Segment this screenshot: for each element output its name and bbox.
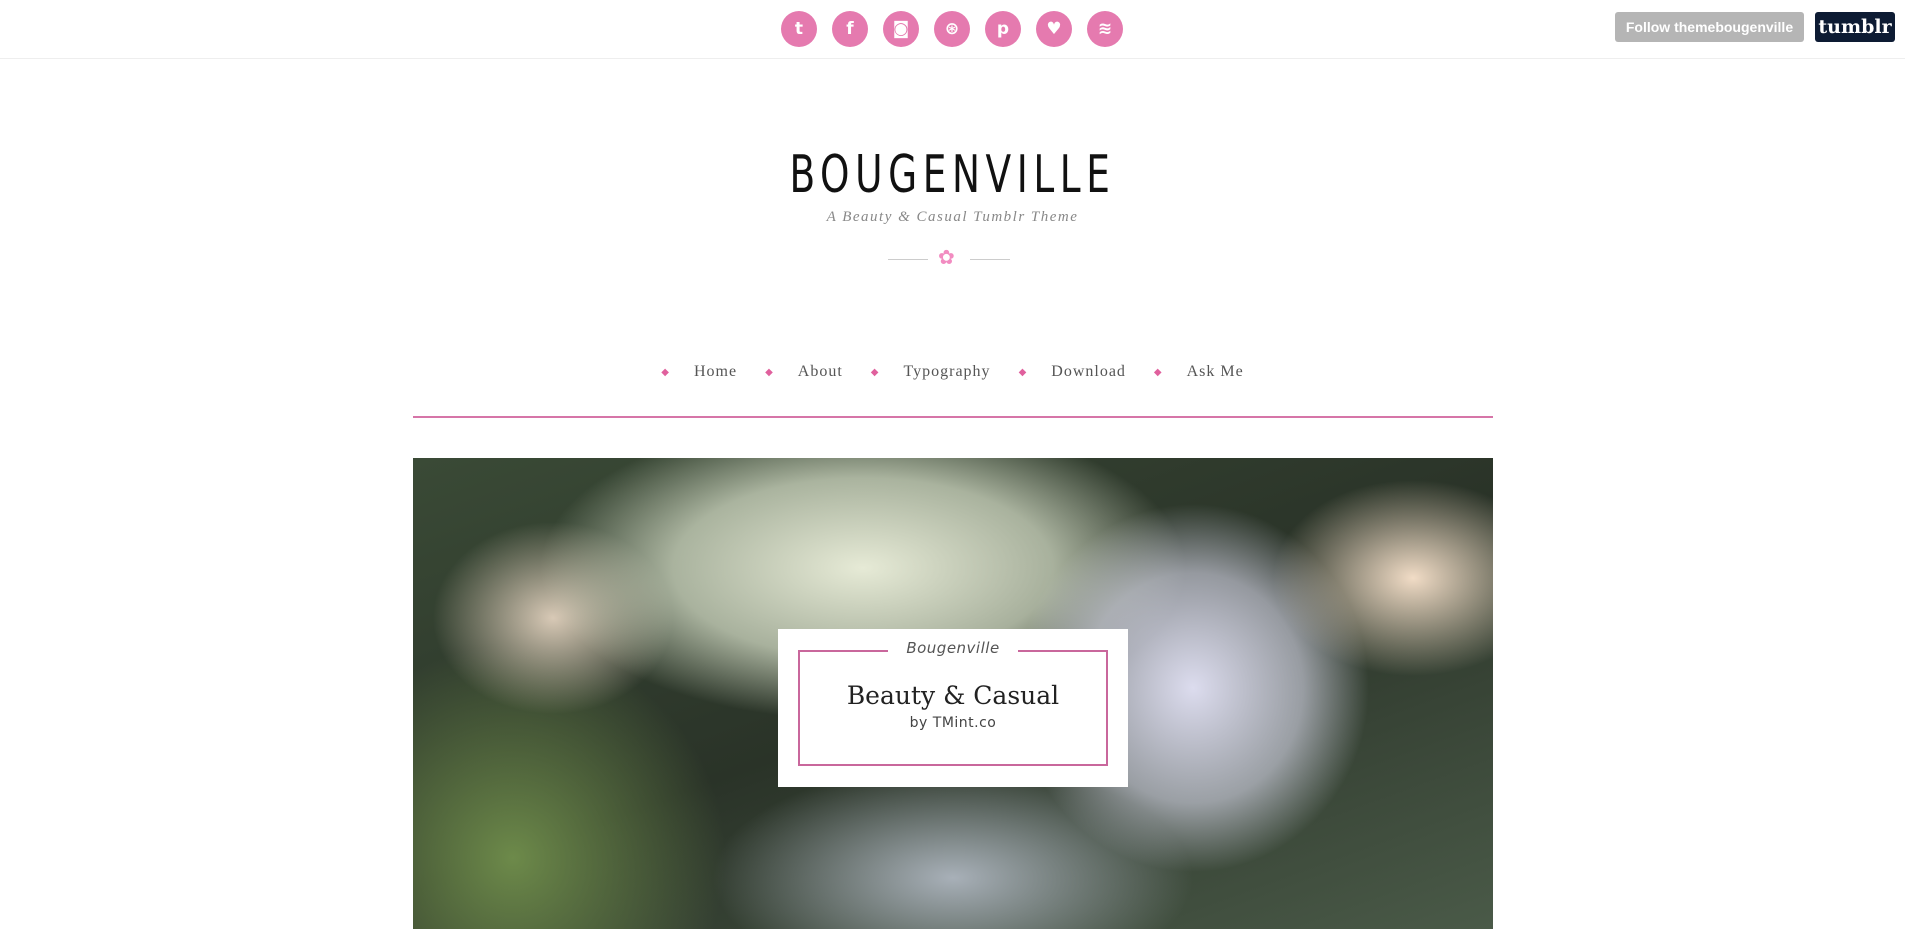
- dribbble-icon[interactable]: ⊛: [934, 11, 970, 47]
- facebook-icon[interactable]: f: [832, 11, 868, 47]
- nav-label: Typography: [903, 363, 991, 380]
- bullet-icon: ◆: [661, 366, 670, 378]
- card-byline: by TMint.co: [909, 715, 997, 731]
- hero-image: Bougenville Beauty & Casual by TMint.co: [413, 458, 1493, 929]
- bullet-icon: ◆: [870, 366, 880, 378]
- social-links: t f ◙ ⊛ p ♥ ≋: [781, 11, 1123, 47]
- nav-home[interactable]: ◆ Home: [661, 363, 737, 381]
- nav-label: About: [797, 363, 843, 380]
- divider-line: [970, 259, 1010, 260]
- flower-icon: ✿: [938, 247, 955, 269]
- divider-line: [888, 259, 928, 260]
- header-divider: ✿: [888, 248, 1010, 268]
- site-title[interactable]: BOUGENVILLE: [191, 145, 1715, 205]
- site-tagline: A Beauty & Casual Tumblr Theme: [826, 209, 1079, 225]
- kicker-text: Bougenville: [888, 639, 1018, 657]
- nav-download[interactable]: ◆ Download: [1019, 363, 1126, 381]
- main-nav: ◆ Home ◆ About ◆ Typography ◆ Download ◆ Ask …: [0, 363, 1905, 381]
- card-headline: Beauty & Casual: [846, 681, 1060, 710]
- pinterest-icon[interactable]: p: [985, 11, 1021, 47]
- nav-divider: [413, 416, 1493, 418]
- bullet-icon: ◆: [1153, 366, 1163, 378]
- hero-card: Bougenville Beauty & Casual by TMint.co: [778, 629, 1128, 787]
- heart-icon[interactable]: ♥: [1036, 11, 1072, 47]
- nav-ask-me[interactable]: ◆ Ask Me: [1154, 363, 1244, 381]
- twitter-icon[interactable]: t: [781, 11, 817, 47]
- follow-button[interactable]: Follow themebougenville: [1615, 12, 1804, 42]
- tumblr-logo-button[interactable]: tumblr: [1815, 12, 1895, 42]
- nav-label: Ask Me: [1186, 363, 1244, 380]
- bullet-icon: ◆: [1018, 366, 1028, 378]
- rss-icon[interactable]: ≋: [1087, 11, 1123, 47]
- card-kicker: Bougenville: [778, 639, 1128, 657]
- instagram-icon[interactable]: ◙: [883, 11, 919, 47]
- nav-about[interactable]: ◆ About: [765, 363, 843, 381]
- nav-typography[interactable]: ◆ Typography: [871, 363, 991, 381]
- nav-label: Download: [1051, 363, 1126, 380]
- bullet-icon: ◆: [765, 366, 774, 378]
- nav-label: Home: [693, 363, 738, 380]
- top-bar: t f ◙ ⊛ p ♥ ≋ Follow themebougenville tu…: [0, 0, 1905, 59]
